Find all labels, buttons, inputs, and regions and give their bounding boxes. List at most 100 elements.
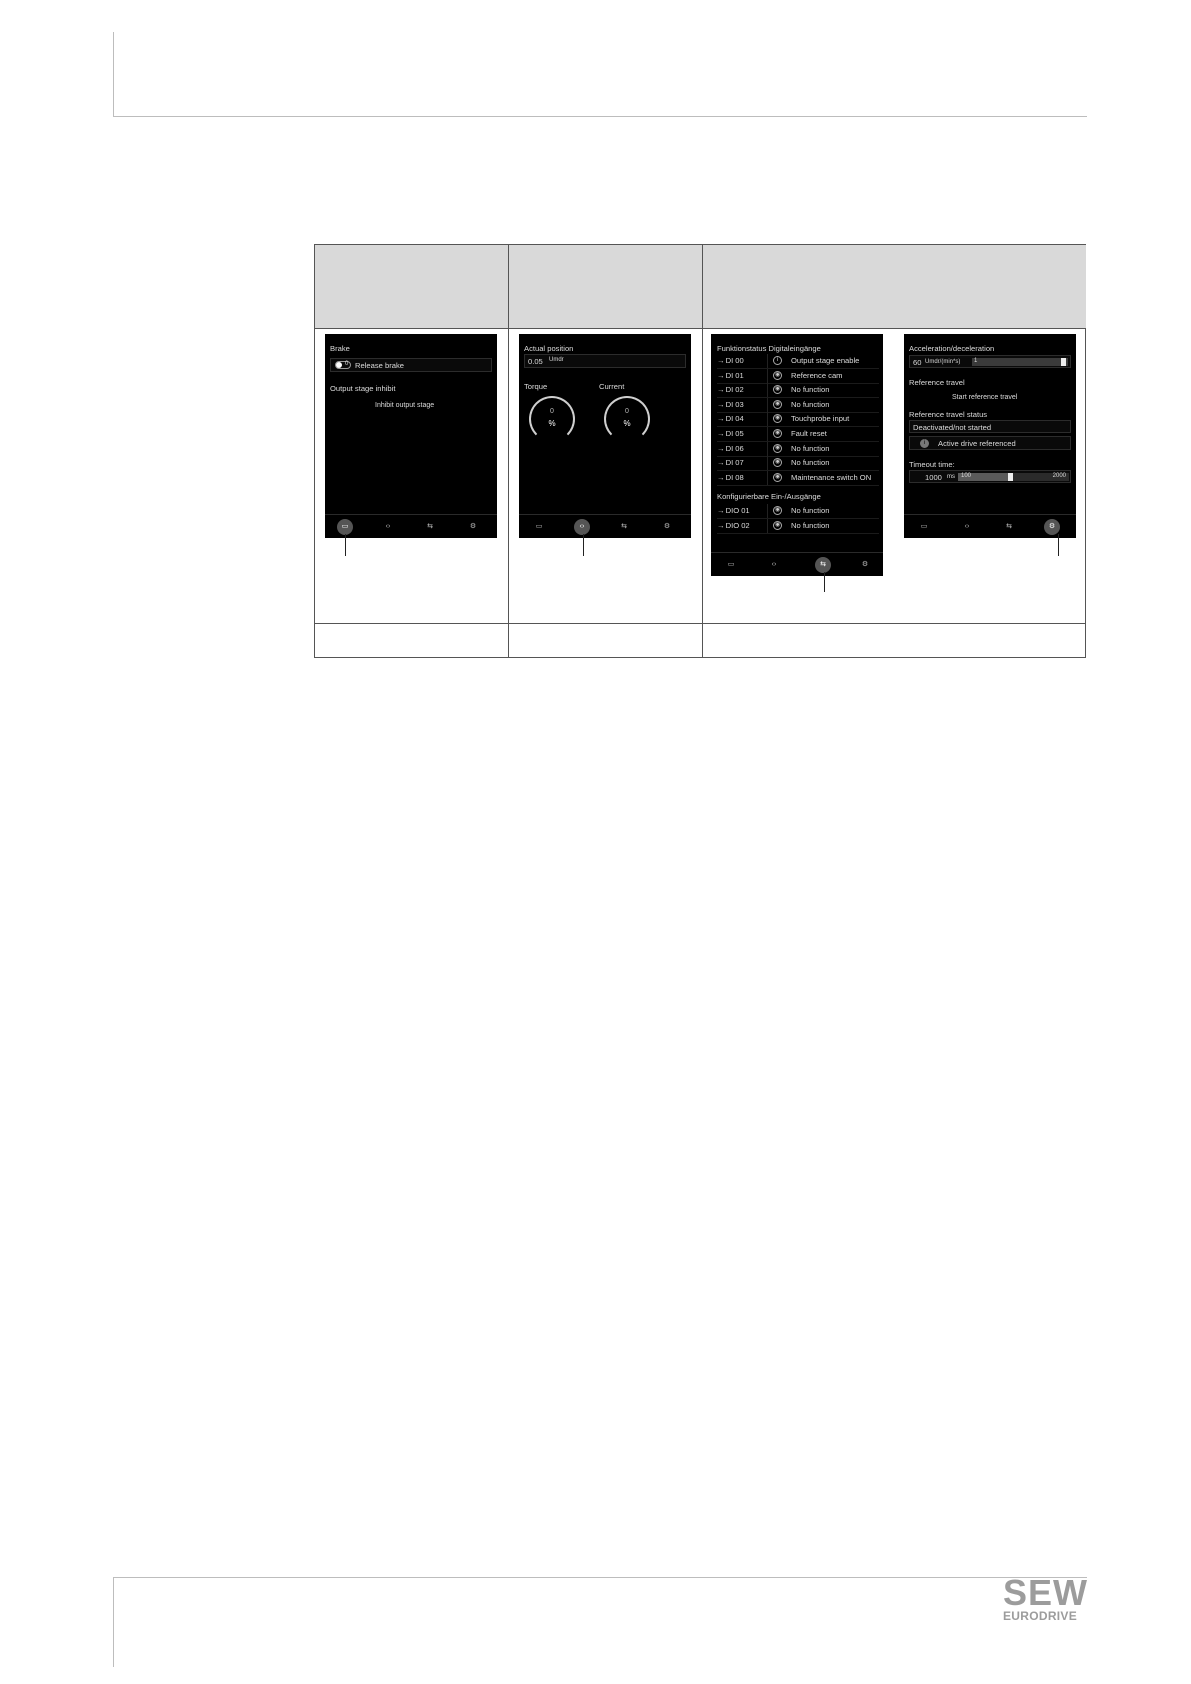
position-icon[interactable]: ‹› xyxy=(380,519,396,535)
acceleration-label: Acceleration/deceleration xyxy=(909,344,995,353)
io-channel-id: →DI 08 xyxy=(717,472,744,482)
current-value: 0 xyxy=(625,408,629,415)
table-header-cell-3 xyxy=(703,245,1086,329)
io-function-label: Reference cam xyxy=(791,370,843,380)
position-icon[interactable]: ‹› xyxy=(766,557,782,573)
brake-icon[interactable]: ▭ xyxy=(337,519,353,535)
io-channel-id: →DI 07 xyxy=(717,458,744,468)
row-separator xyxy=(767,412,768,427)
top-left-margin-rule xyxy=(113,32,114,116)
table-header-cell-1 xyxy=(315,245,508,329)
io-icon[interactable]: ⇆ xyxy=(422,519,438,535)
timeout-field[interactable]: 1000 ms 100 2000 xyxy=(909,470,1071,483)
active-drive-referenced-label: Active drive referenced xyxy=(938,439,1016,448)
io-row: →DI 01 ◉ Reference cam xyxy=(717,368,879,384)
io-channel-id: →DI 04 xyxy=(717,414,744,424)
current-unit: % xyxy=(623,419,631,428)
table-footer-rule xyxy=(315,623,1085,624)
row-separator xyxy=(767,441,768,456)
acceleration-slider-min: 1 xyxy=(974,358,978,364)
io-function-label: Output stage enable xyxy=(791,356,860,365)
timeout-value: 1000 xyxy=(925,473,942,482)
arrow-right-icon: → xyxy=(717,356,725,365)
bottom-nav: ▭ ‹› ⇆ ⚙ xyxy=(325,514,497,539)
io-function-label: Touchprobe input xyxy=(791,414,850,424)
timeout-slider[interactable]: 100 2000 xyxy=(958,473,1069,481)
io-channel-id: →DIO 02 xyxy=(717,520,750,530)
start-reference-travel-button[interactable]: Start reference travel xyxy=(952,394,1017,401)
io-channel-id: →DI 03 xyxy=(717,399,744,409)
io-row: →DI 02 ◉ No function xyxy=(717,383,879,399)
position-icon[interactable]: ‹› xyxy=(574,519,590,535)
info-icon: i xyxy=(920,439,929,448)
io-function-label: No function xyxy=(791,385,830,395)
status-icon: ◉ xyxy=(773,399,782,409)
actual-position-unit: Umdr xyxy=(549,357,564,363)
settings-icon[interactable]: ⚙ xyxy=(1044,519,1060,535)
io-row: →DIO 01 ◉ No function xyxy=(717,504,879,519)
reference-status-label: Reference travel status xyxy=(909,410,988,419)
position-screen: Actual position 0.05 Umdr Torque Current… xyxy=(519,334,691,538)
actual-position-field: 0.05 Umdr xyxy=(524,354,686,368)
settings-icon[interactable]: ⚙ xyxy=(659,519,675,535)
position-icon[interactable]: ‹› xyxy=(959,519,975,535)
reference-travel-label: Reference travel xyxy=(909,378,965,387)
reference-status-field: Deactivated/not started xyxy=(909,420,1071,433)
status-icon: i xyxy=(773,356,782,365)
torque-unit: % xyxy=(548,419,556,428)
release-brake-row[interactable]: 0 Release brake xyxy=(330,358,492,372)
status-icon: ◉ xyxy=(773,414,782,424)
timeout-slider-min: 100 xyxy=(961,473,972,479)
brake-toggle[interactable] xyxy=(335,361,351,369)
row-separator xyxy=(767,456,768,471)
inhibit-output-stage-button[interactable]: Inhibit output stage xyxy=(375,402,434,409)
brake-icon[interactable]: ▭ xyxy=(916,519,932,535)
logo-sub-text: EURODRIVE xyxy=(1003,1609,1078,1623)
settings-icon[interactable]: ⚙ xyxy=(857,557,873,573)
row-separator xyxy=(767,470,768,485)
acceleration-value: 60 xyxy=(913,358,922,367)
io-channel-id: →DIO 01 xyxy=(717,506,750,515)
acceleration-slider-handle[interactable] xyxy=(1061,358,1066,366)
io-function-label: No function xyxy=(791,506,830,515)
torque-label: Torque xyxy=(524,382,548,391)
callout-line xyxy=(1058,534,1059,556)
actual-position-value: 0.05 xyxy=(528,357,543,366)
io-row: →DI 03 ◉ No function xyxy=(717,397,879,413)
row-separator xyxy=(767,518,768,533)
brake-icon[interactable]: ▭ xyxy=(531,519,547,535)
bottom-nav: ▭ ‹› ⇆ ⚙ xyxy=(519,514,691,539)
io-icon[interactable]: ⇆ xyxy=(815,557,831,573)
arrow-right-icon: → xyxy=(717,520,725,530)
acceleration-field[interactable]: 60 Umdr/(min*s) 1 xyxy=(909,355,1071,368)
torque-value: 0 xyxy=(550,408,554,415)
io-screen: Funktionstatus Digitaleingänge →DI 00 i Ou… xyxy=(711,334,883,576)
io-function-label: No function xyxy=(791,443,830,453)
footer-rule xyxy=(113,1577,1087,1578)
io-icon[interactable]: ⇆ xyxy=(616,519,632,535)
timeout-slider-max: 2000 xyxy=(1052,473,1066,479)
settings-icon[interactable]: ⚙ xyxy=(465,519,481,535)
arrow-right-icon: → xyxy=(717,385,725,395)
current-label: Current xyxy=(599,382,625,391)
logo-main-text: SEW xyxy=(1003,1572,1089,1613)
acceleration-slider[interactable]: 1 xyxy=(972,358,1068,366)
io-row: →DI 04 ◉ Touchprobe input xyxy=(717,412,879,428)
io-icon[interactable]: ⇆ xyxy=(1001,519,1017,535)
arrow-right-icon: → xyxy=(717,399,725,409)
status-icon: ◉ xyxy=(773,443,782,453)
status-icon: ◉ xyxy=(773,520,782,530)
timeout-slider-handle[interactable] xyxy=(1008,473,1013,481)
status-icon: ◉ xyxy=(773,472,782,482)
brake-icon[interactable]: ▭ xyxy=(723,557,739,573)
status-icon: ◉ xyxy=(773,506,782,515)
arrow-right-icon: → xyxy=(717,429,725,438)
arrow-right-icon: → xyxy=(717,414,725,424)
arrow-right-icon: → xyxy=(717,370,725,380)
io-row: →DI 00 i Output stage enable xyxy=(717,354,879,369)
table-divider xyxy=(508,245,509,657)
status-icon: ◉ xyxy=(773,458,782,468)
io-channel-id: →DI 02 xyxy=(717,385,744,395)
io-row: →DIO 02 ◉ No function xyxy=(717,518,879,534)
bottom-nav: ▭ ‹› ⇆ ⚙ xyxy=(711,552,883,577)
